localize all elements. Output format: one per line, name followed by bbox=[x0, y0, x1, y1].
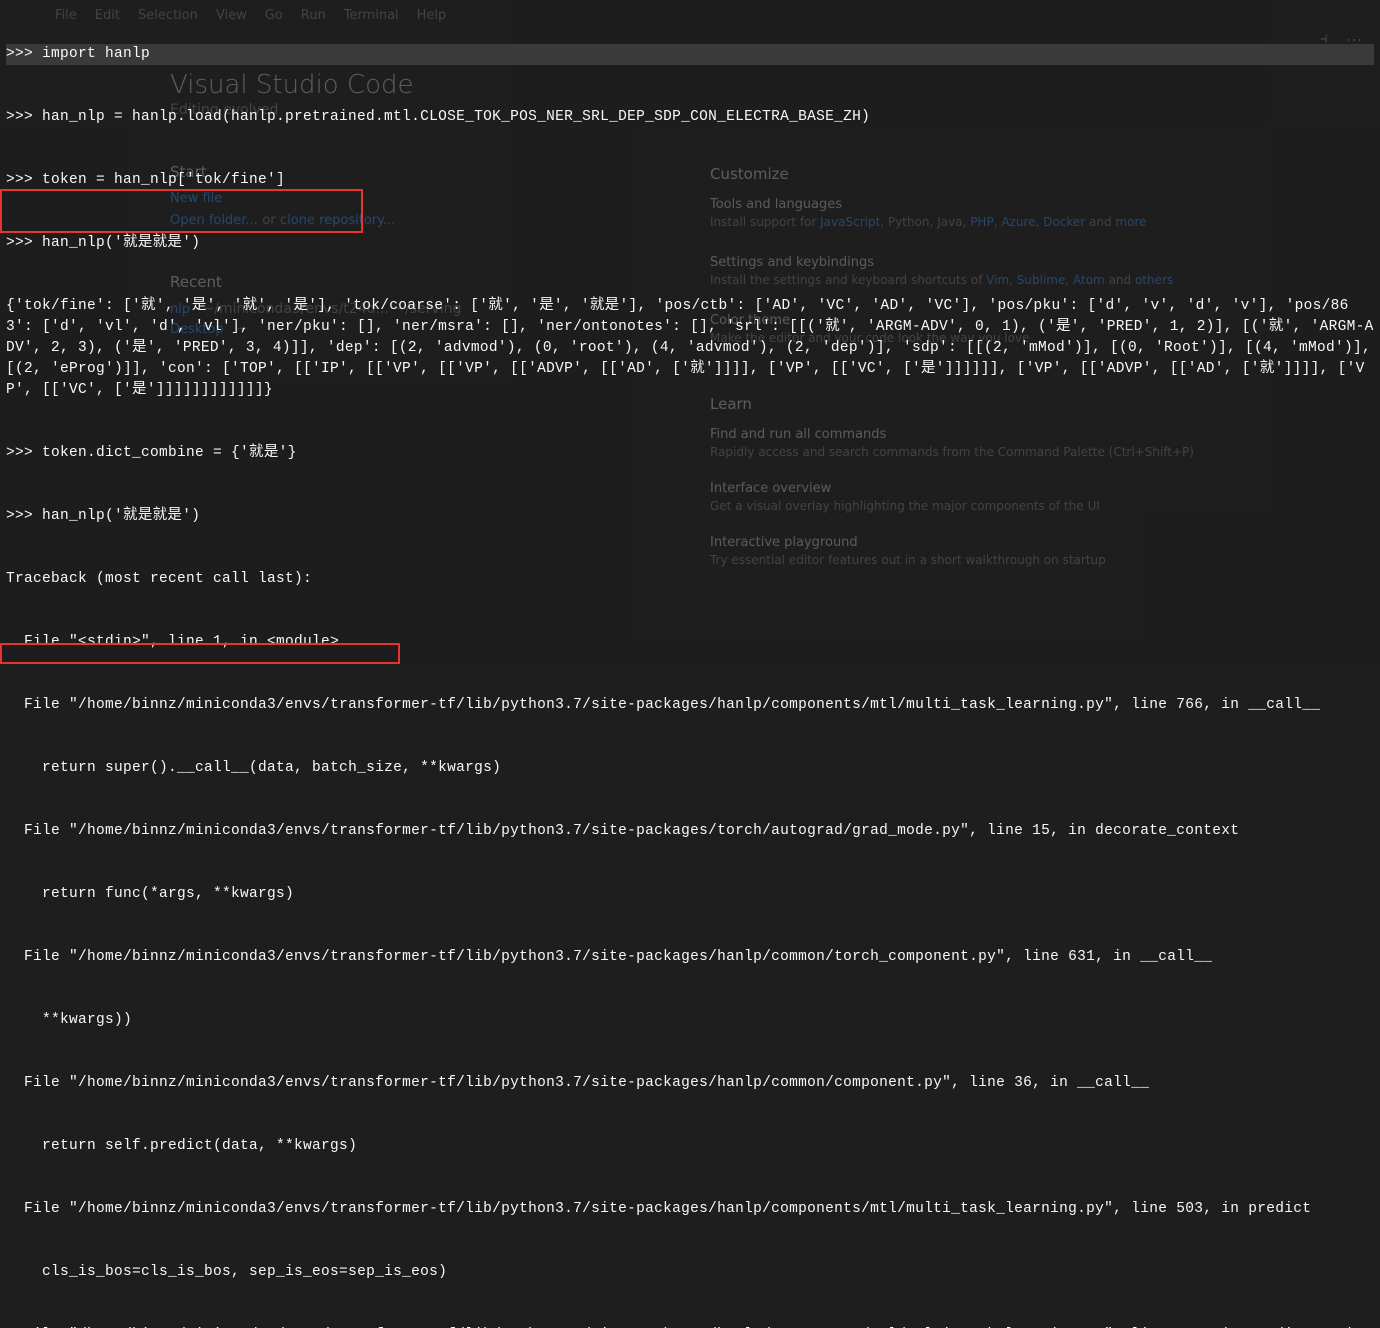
terminal-line: >>> token.dict_combine = {'就是'} bbox=[6, 443, 1374, 464]
terminal-line: >>> han_nlp('就是就是') bbox=[6, 506, 1374, 527]
terminal-line: File "/home/binnz/miniconda3/envs/transf… bbox=[6, 695, 1374, 716]
terminal-line: cls_is_bos=cls_is_bos, sep_is_eos=sep_is… bbox=[6, 1262, 1374, 1283]
terminal-line: File "/home/binnz/miniconda3/envs/transf… bbox=[6, 821, 1374, 842]
terminal-line: return func(*args, **kwargs) bbox=[6, 884, 1374, 905]
terminal-line: return self.predict(data, **kwargs) bbox=[6, 1136, 1374, 1157]
highlight-box-2 bbox=[0, 643, 400, 664]
terminal-line: **kwargs)) bbox=[6, 1010, 1374, 1031]
terminal-line: File "/home/binnz/miniconda3/envs/transf… bbox=[6, 1325, 1374, 1328]
terminal-line: >>> import hanlp bbox=[6, 44, 1374, 65]
highlight-box-1 bbox=[0, 189, 363, 233]
terminal-line: >>> han_nlp('就是就是') bbox=[6, 233, 1374, 254]
terminal-line: File "/home/binnz/miniconda3/envs/transf… bbox=[6, 947, 1374, 968]
terminal-line: {'tok/fine': ['就', '是', '就', '是'], 'tok/… bbox=[6, 296, 1374, 401]
terminal-line: >>> token = han_nlp['tok/fine'] bbox=[6, 170, 1374, 191]
terminal-line: Traceback (most recent call last): bbox=[6, 569, 1374, 590]
terminal-line: >>> han_nlp = hanlp.load(hanlp.pretraine… bbox=[6, 107, 1374, 128]
terminal-line: return super().__call__(data, batch_size… bbox=[6, 758, 1374, 779]
terminal-line: File "/home/binnz/miniconda3/envs/transf… bbox=[6, 1199, 1374, 1220]
terminal-line: File "/home/binnz/miniconda3/envs/transf… bbox=[6, 1073, 1374, 1094]
terminal[interactable]: >>> import hanlp >>> han_nlp = hanlp.loa… bbox=[0, 0, 1380, 664]
